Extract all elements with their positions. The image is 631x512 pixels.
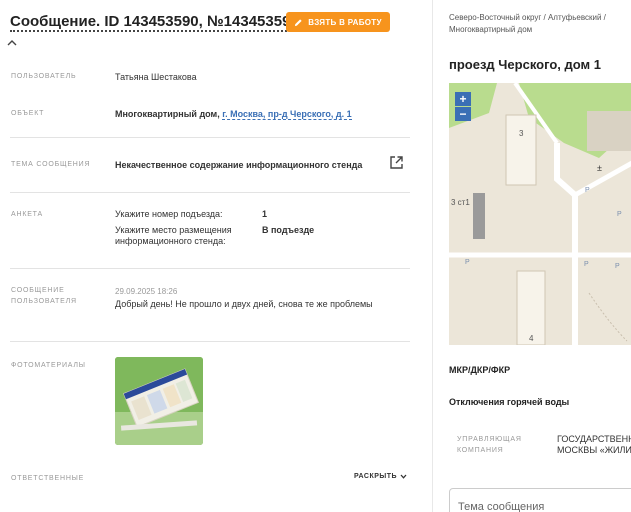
map-building-label: 4 <box>529 334 534 343</box>
zoom-out-button[interactable]: − <box>455 107 471 121</box>
parking-icon: P <box>584 261 589 268</box>
chevron-up-icon[interactable] <box>6 38 18 48</box>
object-value: Многоквартирный дом, г. Москва, пр-д Чер… <box>115 108 352 120</box>
divider <box>10 268 410 269</box>
message-label: ПОЛЬЗОВАТЕЛЯ <box>11 298 77 305</box>
parking-icon: P <box>615 263 620 270</box>
anketa-label: АНКЕТА <box>11 211 43 218</box>
parking-icon: P <box>585 187 590 194</box>
map-canvas <box>449 83 631 345</box>
anketa-question: Укажите номер подъезда: <box>115 209 223 219</box>
subject-input[interactable]: Тема сообщения <box>449 488 631 512</box>
zoom-controls: + − <box>455 92 471 122</box>
page-title: Сообщение. ID 143453590, №143453590 <box>10 13 299 32</box>
chevron-down-icon <box>400 474 407 479</box>
message-label: СООБЩЕНИЕ <box>11 287 65 294</box>
expand-button[interactable]: РАСКРЫТЬ <box>354 473 407 480</box>
open-external-icon[interactable] <box>389 155 404 170</box>
expand-label: РАСКРЫТЬ <box>354 473 398 480</box>
object-label: ОБЪЕКТ <box>11 110 45 117</box>
map-building-label: 3 ст1 <box>451 198 470 207</box>
management-company-label-line: УПРАВЛЯЮЩАЯ <box>457 436 522 443</box>
pencil-icon <box>295 18 302 26</box>
management-company-label: УПРАВЛЯЮЩАЯ КОМПАНИЯ <box>457 434 522 456</box>
user-value: Татьяна Шестакова <box>115 72 197 82</box>
message-text: Добрый день! Не прошло и двух дней, снов… <box>115 299 373 309</box>
map[interactable]: + − 3 3 ст1 4 P P P P P ± <box>449 83 631 345</box>
message-panel: Сообщение. ID 143453590, №143453590 ВЗЯТ… <box>0 0 420 512</box>
hot-water-link[interactable]: Отключения горячей воды <box>449 397 569 407</box>
topic-value: Некачественное содержание информационног… <box>115 160 363 170</box>
anketa-question: Укажите место размещения информационного… <box>115 225 232 246</box>
anketa-answer: В подъезде <box>262 225 315 235</box>
management-company-label-line: КОМПАНИЯ <box>457 447 504 454</box>
photo-thumbnail[interactable] <box>115 357 203 445</box>
responsible-label: ОТВЕТСТВЕННЫЕ <box>11 475 85 482</box>
poi-icon: ± <box>597 163 602 173</box>
divider <box>10 137 410 138</box>
divider <box>10 192 410 193</box>
photo-image <box>115 357 203 445</box>
breadcrumb: Северо-Восточный округ / Алтуфьевский / … <box>449 13 606 34</box>
mkr-link[interactable]: МКР/ДКР/ФКР <box>449 365 510 375</box>
management-company-value-line: МОСКВЫ «ЖИЛИЩ <box>557 445 631 455</box>
anketa-answer: 1 <box>262 209 268 219</box>
parking-icon: P <box>617 211 622 218</box>
map-building-label: 3 <box>519 129 524 138</box>
photos-label: ФОТОМАТЕРИАЛЫ <box>11 362 86 369</box>
management-company-value: ГОСУДАРСТВЕНН МОСКВЫ «ЖИЛИЩ <box>557 434 631 456</box>
topic-label: ТЕМА СООБЩЕНИЯ <box>11 161 91 168</box>
management-company-value-line: ГОСУДАРСТВЕНН <box>557 434 631 444</box>
object-type: Многоквартирный дом, <box>115 109 220 119</box>
zoom-in-button[interactable]: + <box>455 92 471 106</box>
user-label: ПОЛЬЗОВАТЕЛЬ <box>11 73 77 80</box>
take-to-work-label: ВЗЯТЬ В РАБОТУ <box>308 17 382 27</box>
take-to-work-button[interactable]: ВЗЯТЬ В РАБОТУ <box>286 12 390 32</box>
object-sidebar: Северо-Восточный округ / Алтуфьевский / … <box>432 0 631 512</box>
message-date: 29.09.2025 18:26 <box>115 287 178 296</box>
parking-icon: P <box>465 259 470 266</box>
divider <box>10 341 410 342</box>
object-address-title: проезд Черского, дом 1 <box>449 57 601 72</box>
object-address-link[interactable]: г. Москва, пр-д Черского, д. 1 <box>222 109 352 120</box>
